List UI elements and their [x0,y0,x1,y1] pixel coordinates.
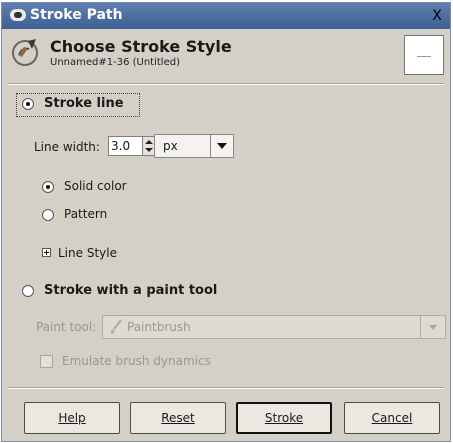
increment-arrow-icon[interactable] [145,140,153,144]
solid-color-radio[interactable] [42,181,54,193]
dialog-header: Choose Stroke Style Unnamed#1-36 (Untitl… [2,29,450,81]
decrement-arrow-icon[interactable] [145,148,153,152]
paintbrush-icon [110,319,122,334]
stroke-button-label: Stroke [264,411,304,425]
line-width-spinbutton[interactable]: 3.0 [108,136,156,156]
line-style-expander-label[interactable]: Line Style [58,246,117,260]
paint-tool-value: Paintbrush [127,320,191,334]
header-divider [8,83,444,85]
cancel-button[interactable]: Cancel [344,402,440,434]
help-button-label: Help [58,411,86,425]
dropdown-arrow-icon[interactable] [210,135,233,157]
emulate-dynamics-checkbox[interactable] [40,355,53,368]
paint-tool-dropdown[interactable]: Paintbrush [102,315,446,339]
dropdown-arrow-icon[interactable] [420,316,445,338]
stroke-path-dialog: Stroke Path X Choose Stroke Style Unname… [1,2,451,442]
cancel-button-label: Cancel [371,411,413,425]
close-button[interactable]: X [428,7,446,25]
unit-dropdown[interactable]: px [154,134,234,158]
reset-button[interactable]: Reset [130,402,226,434]
stroke-preview [404,35,444,75]
paint-tool-radio[interactable] [22,285,34,297]
gimp-app-icon [10,9,26,21]
reset-button-label: Reset [161,411,195,425]
line-width-value[interactable]: 3.0 [111,139,130,153]
emulate-dynamics-label[interactable]: Emulate brush dynamics [62,354,211,368]
stroke-line-radio[interactable] [22,98,34,110]
pattern-label[interactable]: Pattern [64,207,107,221]
window-title: Stroke Path [30,7,123,23]
solid-color-label[interactable]: Solid color [64,179,127,193]
stroke-button[interactable]: Stroke [236,402,332,434]
buttons-divider [8,387,444,389]
paint-tool-label[interactable]: Stroke with a paint tool [44,283,217,298]
line-style-expander-icon[interactable] [42,248,51,257]
stroke-line-label[interactable]: Stroke line [44,96,124,111]
line-width-label: Line width: [34,140,100,154]
stroke-brush-icon [12,39,38,66]
title-bar: Stroke Path X [2,3,450,29]
help-button[interactable]: Help [24,402,120,434]
unit-value: px [163,139,178,153]
dialog-title: Choose Stroke Style [50,37,232,56]
dialog-subtitle: Unnamed#1-36 (Untitled) [50,57,180,68]
paint-tool-field-label: Paint tool: [36,320,97,334]
pattern-radio[interactable] [42,209,54,221]
